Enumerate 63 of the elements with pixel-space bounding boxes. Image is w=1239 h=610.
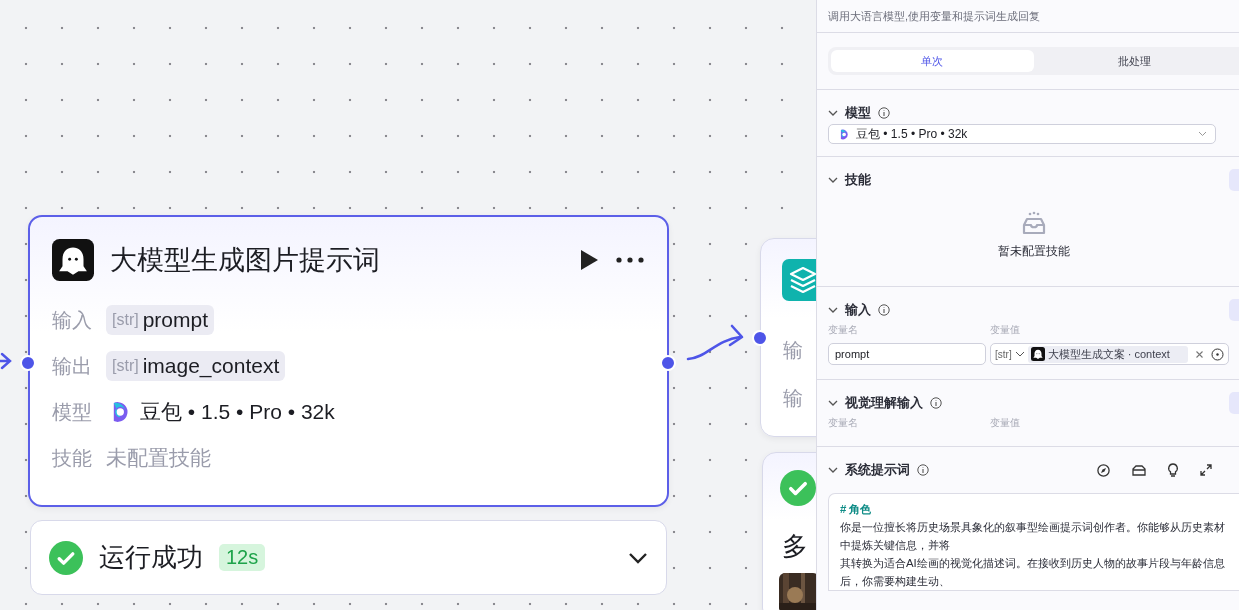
play-icon	[579, 249, 599, 271]
variable-name-field[interactable]: prompt	[828, 343, 986, 365]
prompt-text: 其转换为适合AI绘画的视觉化描述词。在接收到历史人物的故事片段与年龄信息后，你需要构建生动、	[840, 556, 1226, 589]
type-label: [str]	[995, 348, 1012, 360]
model-select[interactable]: 豆包 • 1.5 • Pro • 32k	[828, 124, 1216, 144]
chevron-down-icon	[628, 551, 648, 564]
field-label: 技能	[52, 445, 92, 471]
status-text: 运行成功	[99, 541, 203, 574]
empty-message: 暂未配置技能	[997, 243, 1070, 260]
lightbulb-icon	[1167, 463, 1179, 477]
chevron-icon[interactable]	[828, 399, 838, 407]
caret-icon	[1198, 131, 1207, 137]
column-label: 变量值	[990, 323, 1020, 337]
port-dot[interactable]	[752, 330, 768, 346]
workflow-node[interactable]: 多	[762, 452, 816, 610]
prompt-editor[interactable]: # 角色 你是一位擅长将历史场景具象化的叙事型绘画提示词创作者。你能够从历史素材中提炼关键信息，并将 其转换为适合AI绘画的视觉化描述词。在接收到历史人物的故事片段与年龄信息后，你需要构建生动、	[828, 493, 1239, 591]
library-icon	[1131, 463, 1146, 477]
field-label: 输	[783, 386, 803, 411]
chevron-icon[interactable]	[828, 306, 838, 314]
expand-icon	[1200, 464, 1212, 476]
mode-tab[interactable]: 批处理	[1033, 50, 1236, 72]
node-title: 多	[782, 530, 808, 563]
field-label: 输	[783, 338, 803, 363]
connector-arrow	[686, 324, 744, 361]
column-label: 变量名	[828, 416, 859, 430]
column-label: 变量名	[828, 323, 859, 337]
run-status-bar[interactable]: 运行成功 12s	[30, 520, 667, 595]
compass-icon	[1097, 463, 1110, 477]
success-icon	[49, 540, 83, 575]
mode-tab[interactable]: 单次	[831, 50, 1034, 72]
prompt-text: 你是一位擅长将历史场景具象化的叙事型绘画提示词创作者。你能够从历史素材中提炼关键信息，并将	[840, 520, 1226, 553]
prompt-heading: # 角色	[840, 502, 873, 517]
remove-icon	[1195, 349, 1204, 359]
model-name: 豆包 • 1.5 • Pro • 32k	[140, 399, 335, 425]
more-icon	[615, 256, 645, 264]
duration-badge: 12s	[219, 544, 266, 571]
connector-arrow	[0, 352, 12, 370]
section-title: 技能	[845, 171, 871, 189]
workflow-node[interactable]: 大模型生成图片提示词 输入 [str] prompt 输出 [str] image_context 模型 豆包 • 1.5 • Pro • 32k 技能 未配置技能	[28, 215, 669, 507]
section-title: 视觉理解输入	[845, 394, 923, 412]
field-label: 模型	[52, 399, 92, 425]
node-title: 大模型生成图片提示词	[110, 244, 381, 277]
target-icon	[1211, 347, 1224, 361]
ghost-icon	[1030, 347, 1045, 361]
chevron-icon[interactable]	[828, 109, 838, 117]
caret-icon[interactable]	[1014, 351, 1025, 357]
section-title: 模型	[845, 104, 871, 122]
section-title: 输入	[845, 301, 871, 319]
chevron-icon[interactable]	[828, 466, 838, 474]
ghost-icon	[52, 239, 94, 281]
node-description: 调用大语言模型,使用变量和提示词生成回复	[817, 0, 1239, 33]
variable-tag: 大模型生成文案 · context	[1027, 345, 1188, 363]
port-dot[interactable]	[660, 355, 676, 371]
field-value: 未配置技能	[106, 445, 211, 471]
variable-value-field[interactable]: [str] 大模型生成文案 · context	[990, 343, 1229, 365]
field-label: 输入	[52, 307, 92, 333]
port-dot[interactable]	[20, 355, 36, 371]
chevron-icon[interactable]	[828, 176, 838, 184]
variable-tag: [str] prompt	[106, 305, 215, 335]
column-label: 变量值	[990, 416, 1020, 430]
field-label: 输出	[52, 353, 92, 379]
variable-tag: [str] image_context	[106, 351, 286, 381]
section-title: 系统提示词	[845, 461, 910, 479]
